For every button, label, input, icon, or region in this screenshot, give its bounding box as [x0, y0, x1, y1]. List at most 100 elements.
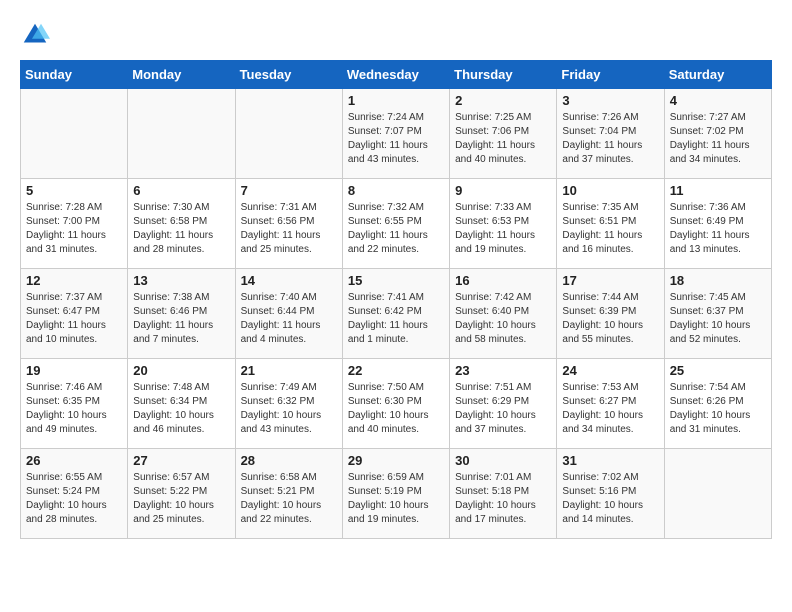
day-info: Sunrise: 7:38 AM Sunset: 6:46 PM Dayligh…: [133, 291, 229, 347]
day-number: 21: [241, 363, 337, 378]
calendar-cell: 24 Sunrise: 7:53 AM Sunset: 6:27 PM Dayli…: [557, 359, 664, 449]
day-info: Sunrise: 7:24 AM Sunset: 7:07 PM Dayligh…: [348, 111, 444, 167]
day-header-tuesday: Tuesday: [235, 61, 342, 89]
calendar-cell: 6 Sunrise: 7:30 AM Sunset: 6:58 PM Daylig…: [128, 179, 235, 269]
calendar-cell: [21, 89, 128, 179]
day-info: Sunrise: 7:41 AM Sunset: 6:42 PM Dayligh…: [348, 291, 444, 347]
day-number: 4: [670, 93, 766, 108]
day-number: 14: [241, 273, 337, 288]
logo: [20, 20, 54, 50]
day-number: 12: [26, 273, 122, 288]
day-header-thursday: Thursday: [450, 61, 557, 89]
day-info: Sunrise: 7:30 AM Sunset: 6:58 PM Dayligh…: [133, 201, 229, 257]
day-number: 8: [348, 183, 444, 198]
day-info: Sunrise: 6:58 AM Sunset: 5:21 PM Dayligh…: [241, 471, 337, 527]
day-number: 6: [133, 183, 229, 198]
calendar-cell: 23Sunrise: 7:51 AM Sunset: 6:29 PM Dayli…: [450, 359, 557, 449]
calendar-cell: [664, 449, 771, 539]
day-info: Sunrise: 7:44 AM Sunset: 6:39 PM Dayligh…: [562, 291, 658, 347]
logo-icon: [20, 20, 50, 50]
day-header-monday: Monday: [128, 61, 235, 89]
day-info: Sunrise: 7:28 AM Sunset: 7:00 PM Dayligh…: [26, 201, 122, 257]
day-number: 16: [455, 273, 551, 288]
calendar-cell: 30Sunrise: 7:01 AM Sunset: 5:18 PM Dayli…: [450, 449, 557, 539]
page-header: [20, 20, 772, 50]
day-number: 2: [455, 93, 551, 108]
days-header-row: SundayMondayTuesdayWednesdayThursdayFrid…: [21, 61, 772, 89]
calendar-cell: 25 Sunrise: 7:54 AM Sunset: 6:26 PM Dayli…: [664, 359, 771, 449]
day-info: Sunrise: 6:55 AM Sunset: 5:24 PM Dayligh…: [26, 471, 122, 527]
day-number: 31: [562, 453, 658, 468]
day-info: Sunrise: 7:36 AM Sunset: 6:49 PM Dayligh…: [670, 201, 766, 257]
calendar-cell: 4 Sunrise: 7:27 AM Sunset: 7:02 PM Daylig…: [664, 89, 771, 179]
day-number: 11: [670, 183, 766, 198]
week-row-3: 12 Sunrise: 7:37 AM Sunset: 6:47 PM Dayli…: [21, 269, 772, 359]
day-info: Sunrise: 7:53 AM Sunset: 6:27 PM Dayligh…: [562, 381, 658, 437]
calendar-cell: 9 Sunrise: 7:33 AM Sunset: 6:53 PM Daylig…: [450, 179, 557, 269]
calendar-cell: 20 Sunrise: 7:48 AM Sunset: 6:34 PM Dayli…: [128, 359, 235, 449]
day-number: 27: [133, 453, 229, 468]
calendar-cell: 21 Sunrise: 7:49 AM Sunset: 6:32 PM Dayli…: [235, 359, 342, 449]
day-info: Sunrise: 7:27 AM Sunset: 7:02 PM Dayligh…: [670, 111, 766, 167]
day-number: 20: [133, 363, 229, 378]
calendar-cell: 14 Sunrise: 7:40 AM Sunset: 6:44 PM Dayli…: [235, 269, 342, 359]
day-info: Sunrise: 7:01 AM Sunset: 5:18 PM Dayligh…: [455, 471, 551, 527]
day-number: 5: [26, 183, 122, 198]
day-info: Sunrise: 7:32 AM Sunset: 6:55 PM Dayligh…: [348, 201, 444, 257]
calendar-cell: 16 Sunrise: 7:42 AM Sunset: 6:40 PM Dayli…: [450, 269, 557, 359]
day-number: 1: [348, 93, 444, 108]
calendar-cell: 18 Sunrise: 7:45 AM Sunset: 6:37 PM Dayli…: [664, 269, 771, 359]
day-info: Sunrise: 7:51 AM Sunset: 6:29 PM Dayligh…: [455, 381, 551, 437]
week-row-2: 5 Sunrise: 7:28 AM Sunset: 7:00 PM Daylig…: [21, 179, 772, 269]
day-info: Sunrise: 7:46 AM Sunset: 6:35 PM Dayligh…: [26, 381, 122, 437]
calendar-cell: 2 Sunrise: 7:25 AM Sunset: 7:06 PM Daylig…: [450, 89, 557, 179]
day-info: Sunrise: 7:54 AM Sunset: 6:26 PM Dayligh…: [670, 381, 766, 437]
calendar-cell: 5 Sunrise: 7:28 AM Sunset: 7:00 PM Daylig…: [21, 179, 128, 269]
day-header-sunday: Sunday: [21, 61, 128, 89]
day-number: 26: [26, 453, 122, 468]
day-info: Sunrise: 7:26 AM Sunset: 7:04 PM Dayligh…: [562, 111, 658, 167]
calendar-cell: [128, 89, 235, 179]
day-header-wednesday: Wednesday: [342, 61, 449, 89]
calendar-cell: 12 Sunrise: 7:37 AM Sunset: 6:47 PM Dayli…: [21, 269, 128, 359]
week-row-4: 19Sunrise: 7:46 AM Sunset: 6:35 PM Dayli…: [21, 359, 772, 449]
day-info: Sunrise: 7:02 AM Sunset: 5:16 PM Dayligh…: [562, 471, 658, 527]
day-info: Sunrise: 6:57 AM Sunset: 5:22 PM Dayligh…: [133, 471, 229, 527]
calendar-cell: 7Sunrise: 7:31 AM Sunset: 6:56 PM Daylig…: [235, 179, 342, 269]
day-number: 17: [562, 273, 658, 288]
calendar-cell: 28Sunrise: 6:58 AM Sunset: 5:21 PM Dayli…: [235, 449, 342, 539]
week-row-1: 1 Sunrise: 7:24 AM Sunset: 7:07 PM Daylig…: [21, 89, 772, 179]
calendar-cell: 15 Sunrise: 7:41 AM Sunset: 6:42 PM Dayli…: [342, 269, 449, 359]
day-info: Sunrise: 6:59 AM Sunset: 5:19 PM Dayligh…: [348, 471, 444, 527]
day-info: Sunrise: 7:40 AM Sunset: 6:44 PM Dayligh…: [241, 291, 337, 347]
day-info: Sunrise: 7:35 AM Sunset: 6:51 PM Dayligh…: [562, 201, 658, 257]
day-info: Sunrise: 7:45 AM Sunset: 6:37 PM Dayligh…: [670, 291, 766, 347]
calendar-cell: 10Sunrise: 7:35 AM Sunset: 6:51 PM Dayli…: [557, 179, 664, 269]
day-number: 29: [348, 453, 444, 468]
day-info: Sunrise: 7:49 AM Sunset: 6:32 PM Dayligh…: [241, 381, 337, 437]
day-info: Sunrise: 7:50 AM Sunset: 6:30 PM Dayligh…: [348, 381, 444, 437]
calendar-cell: 8 Sunrise: 7:32 AM Sunset: 6:55 PM Daylig…: [342, 179, 449, 269]
calendar-cell: 22 Sunrise: 7:50 AM Sunset: 6:30 PM Dayli…: [342, 359, 449, 449]
day-info: Sunrise: 7:37 AM Sunset: 6:47 PM Dayligh…: [26, 291, 122, 347]
day-number: 18: [670, 273, 766, 288]
day-number: 24: [562, 363, 658, 378]
day-info: Sunrise: 7:48 AM Sunset: 6:34 PM Dayligh…: [133, 381, 229, 437]
day-header-friday: Friday: [557, 61, 664, 89]
day-number: 25: [670, 363, 766, 378]
calendar-cell: 31 Sunrise: 7:02 AM Sunset: 5:16 PM Dayli…: [557, 449, 664, 539]
day-number: 15: [348, 273, 444, 288]
calendar-cell: 1 Sunrise: 7:24 AM Sunset: 7:07 PM Daylig…: [342, 89, 449, 179]
day-number: 22: [348, 363, 444, 378]
day-header-saturday: Saturday: [664, 61, 771, 89]
calendar-cell: 26 Sunrise: 6:55 AM Sunset: 5:24 PM Dayli…: [21, 449, 128, 539]
day-info: Sunrise: 7:31 AM Sunset: 6:56 PM Dayligh…: [241, 201, 337, 257]
calendar-cell: 11 Sunrise: 7:36 AM Sunset: 6:49 PM Dayli…: [664, 179, 771, 269]
calendar-table: SundayMondayTuesdayWednesdayThursdayFrid…: [20, 60, 772, 539]
day-info: Sunrise: 7:33 AM Sunset: 6:53 PM Dayligh…: [455, 201, 551, 257]
day-info: Sunrise: 7:42 AM Sunset: 6:40 PM Dayligh…: [455, 291, 551, 347]
day-number: 13: [133, 273, 229, 288]
week-row-5: 26 Sunrise: 6:55 AM Sunset: 5:24 PM Dayli…: [21, 449, 772, 539]
day-info: Sunrise: 7:25 AM Sunset: 7:06 PM Dayligh…: [455, 111, 551, 167]
day-number: 9: [455, 183, 551, 198]
